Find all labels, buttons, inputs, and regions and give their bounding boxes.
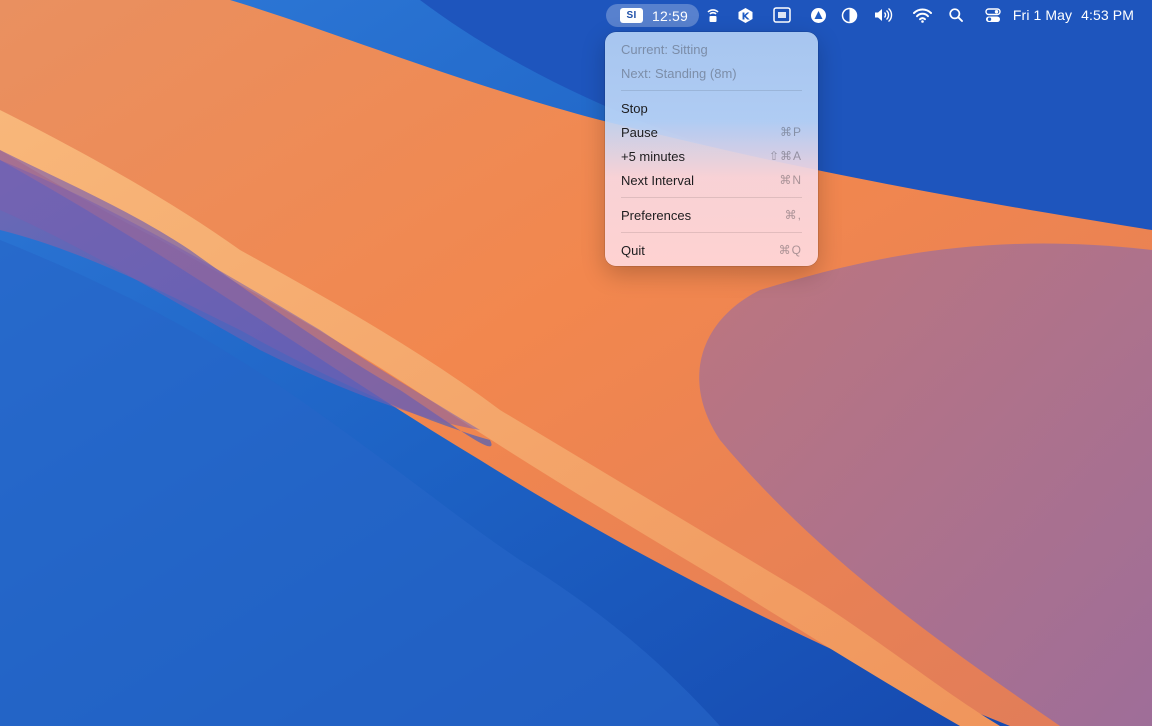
volume-icon[interactable]: [871, 0, 895, 30]
menu-separator: [621, 197, 802, 198]
menu-item-stop[interactable]: Stop: [605, 96, 818, 120]
timer-countdown: 12:59: [652, 7, 689, 24]
menu-bar: SI 12:59 K Fri 1 May 4:53 PM: [0, 0, 1152, 30]
menu-item-label: Next: Standing (8m): [621, 65, 737, 81]
menu-item-label: +5 minutes: [621, 148, 685, 164]
wifi-icon[interactable]: [910, 0, 934, 30]
menu-item-add-5-minutes[interactable]: +5 minutes ⇧⌘A: [605, 144, 818, 168]
menu-item-next-interval[interactable]: Next Interval ⌘N: [605, 168, 818, 192]
menu-item-label: Pause: [621, 124, 658, 140]
triangle-app-icon[interactable]: [807, 0, 829, 30]
menu-item-shortcut: ⌘Q: [778, 243, 802, 257]
menu-separator: [621, 90, 802, 91]
menu-separator: [621, 232, 802, 233]
control-center-icon[interactable]: [982, 0, 1004, 30]
timer-state-badge: SI: [620, 8, 643, 23]
menu-item-label: Quit: [621, 242, 645, 258]
menu-item-next-state: Next: Standing (8m): [605, 61, 818, 85]
desktop-wallpaper: [0, 0, 1152, 726]
menu-item-pause[interactable]: Pause ⌘P: [605, 120, 818, 144]
menu-item-label: Current: Sitting: [621, 41, 708, 57]
menu-bar-clock[interactable]: Fri 1 May 4:53 PM: [1013, 0, 1134, 30]
half-circle-icon[interactable]: [839, 0, 859, 30]
menu-item-label: Stop: [621, 100, 648, 116]
k-app-icon[interactable]: K: [734, 0, 756, 30]
window-grid-icon[interactable]: [771, 0, 793, 30]
menu-item-quit[interactable]: Quit ⌘Q: [605, 238, 818, 262]
menu-item-shortcut: ⌘N: [779, 173, 802, 187]
clock-date: Fri 1 May: [1012, 7, 1073, 23]
timer-dropdown-menu: Current: Sitting Next: Standing (8m) Sto…: [605, 32, 818, 266]
menu-item-label: Preferences: [621, 207, 692, 223]
standing-timer-status-item[interactable]: SI 12:59: [606, 4, 699, 27]
search-icon[interactable]: [946, 0, 966, 30]
menu-item-preferences[interactable]: Preferences ⌘,: [605, 203, 818, 227]
menu-item-shortcut: ⌘,: [784, 208, 802, 222]
menu-item-shortcut: ⇧⌘A: [768, 149, 802, 163]
menu-item-label: Next Interval: [621, 172, 694, 188]
menu-item-current-state: Current: Sitting: [605, 37, 818, 61]
menu-item-shortcut: ⌘P: [779, 125, 802, 139]
svg-text:K: K: [741, 11, 750, 22]
clock-time: 4:53 PM: [1081, 7, 1134, 23]
wifi-lock-icon[interactable]: [703, 0, 723, 30]
